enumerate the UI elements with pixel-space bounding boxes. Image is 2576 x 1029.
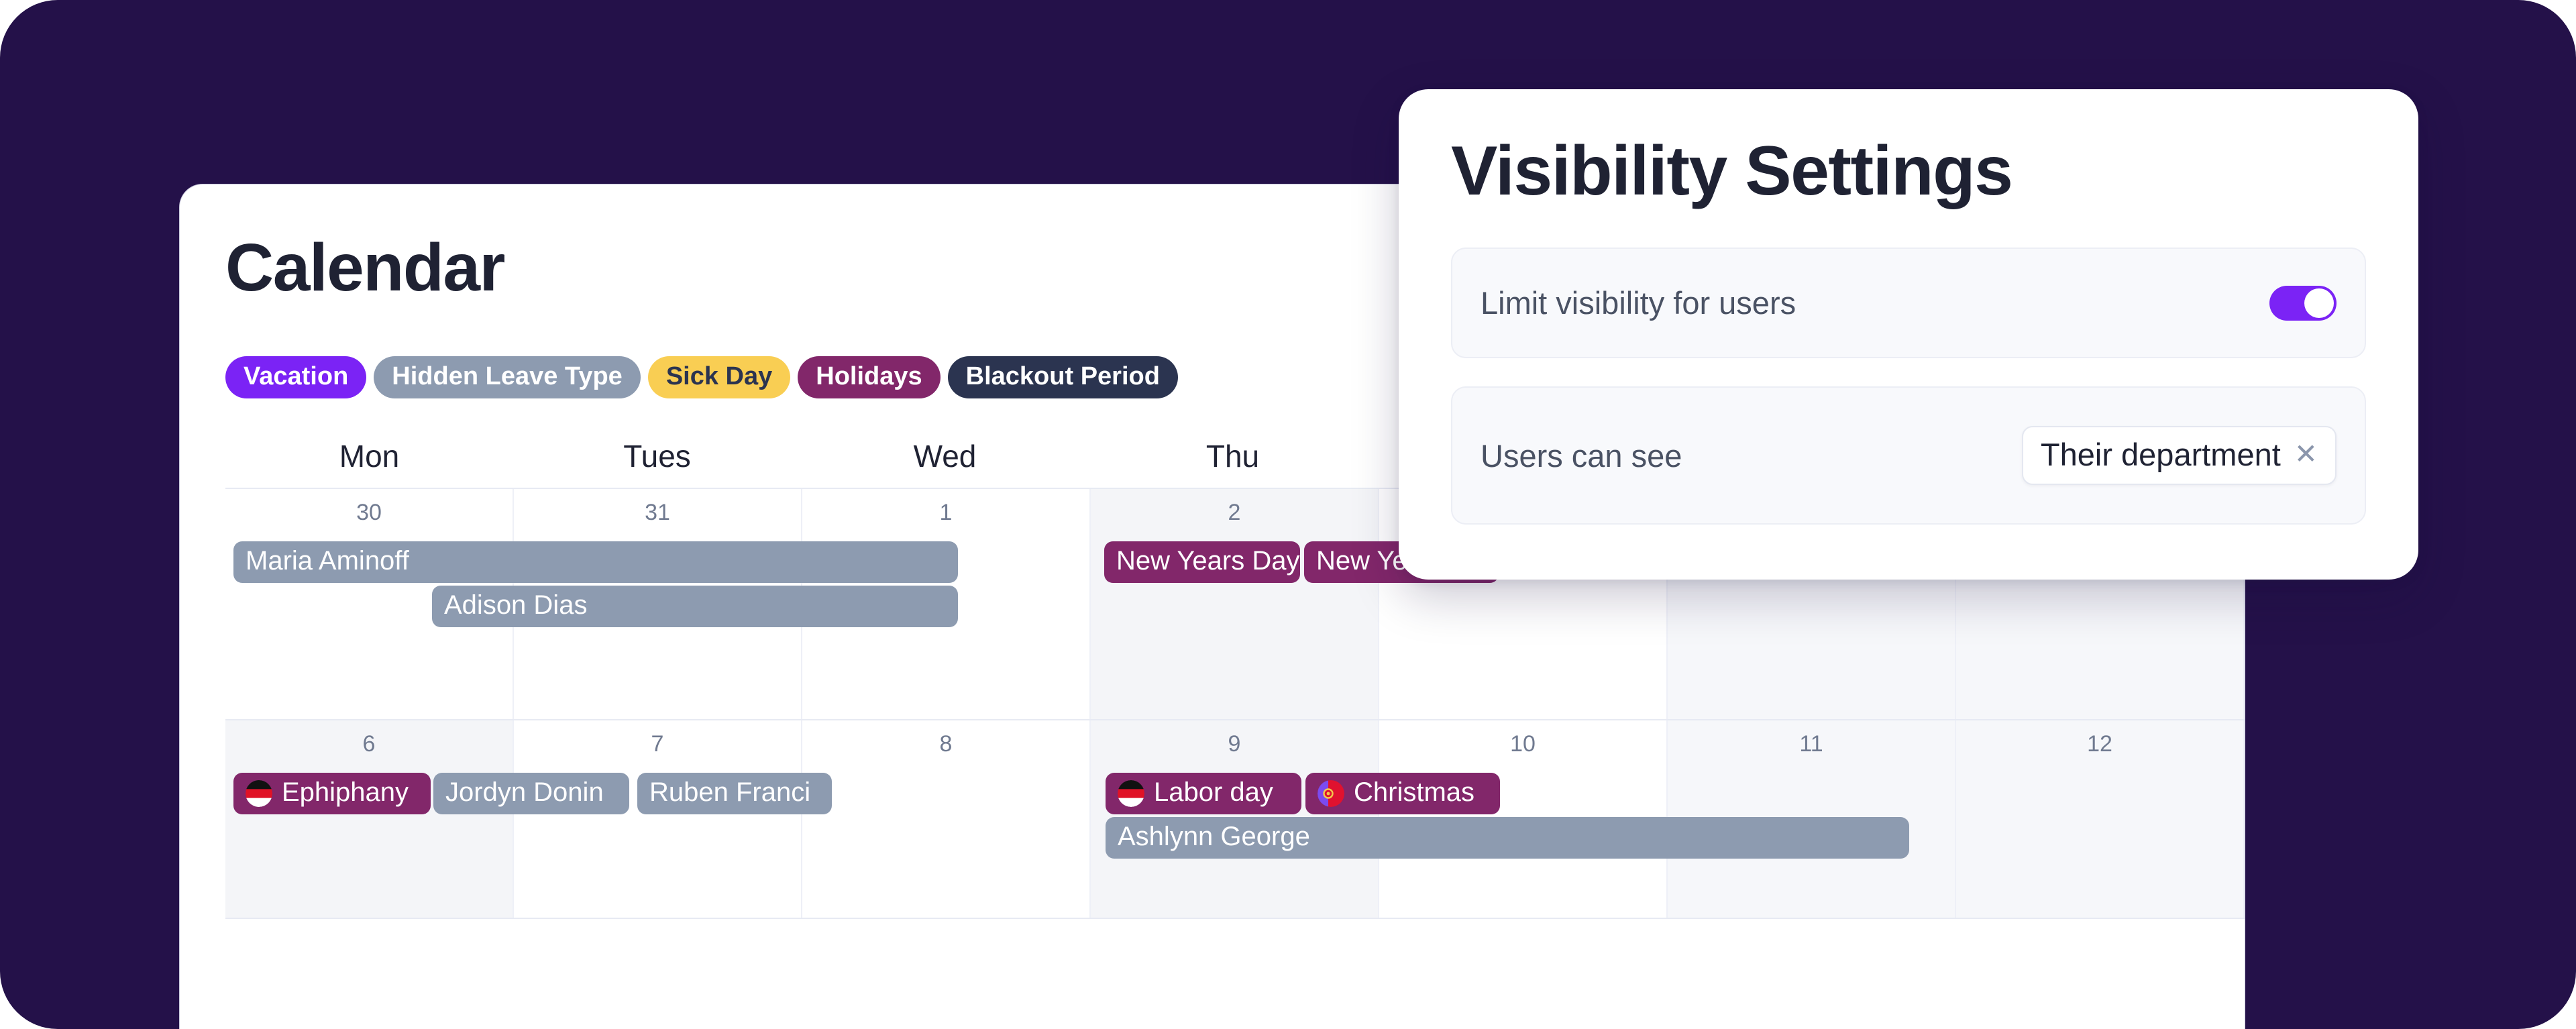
legend-chip-blackout-period[interactable]: Blackout Period (947, 356, 1178, 398)
day-number: 7 (651, 731, 664, 757)
day-number: 10 (1510, 731, 1536, 757)
day-number: 6 (362, 731, 376, 757)
weekday-header-tues: Tues (623, 439, 691, 474)
calendar-event-label: Ashlynn George (1118, 822, 1310, 851)
legend-chip-holidays[interactable]: Holidays (798, 356, 941, 398)
calendar-event[interactable]: Maria Aminoff (233, 541, 958, 583)
users-can-see-value-chip[interactable]: Their department ✕ (2021, 426, 2337, 485)
users-can-see-row: Users can see Their department ✕ (1451, 386, 2366, 525)
users-can-see-value: Their department (2040, 437, 2281, 472)
weekday-header-mon: Mon (339, 439, 400, 474)
day-number: 11 (1799, 731, 1823, 757)
calendar-event-label: Ephiphany (282, 777, 409, 807)
calendar-event[interactable]: Ephiphany (233, 773, 431, 814)
day-cell[interactable]: 6 (225, 720, 514, 918)
calendar-event[interactable]: New Years Day (1104, 541, 1300, 583)
calendar-event[interactable]: Labor day (1106, 773, 1301, 814)
calendar-week-row: 6 7 8 9 10 11 12 Ephiphany Jordyn Donin Ruben Fra… (225, 720, 2245, 919)
calendar-event[interactable]: Ashlynn George (1106, 817, 1909, 859)
germany-flag-icon (246, 780, 272, 807)
limit-visibility-label: Limit visibility for users (1481, 285, 1796, 321)
toggle-knob (2304, 288, 2334, 318)
calendar-event[interactable]: Adison Dias (432, 586, 958, 627)
users-can-see-label: Users can see (1481, 437, 1682, 474)
day-number: 8 (939, 731, 953, 757)
legend-chip-sick-day[interactable]: Sick Day (647, 356, 791, 398)
calendar-event-label: New Years Day (1116, 546, 1300, 576)
limit-visibility-toggle[interactable] (2269, 285, 2337, 321)
germany-flag-icon (1118, 780, 1144, 807)
calendar-event[interactable]: Christmas (1305, 773, 1500, 814)
close-icon[interactable]: ✕ (2294, 439, 2318, 468)
calendar-event-label: Christmas (1354, 777, 1475, 807)
calendar-event-label: Jordyn Donin (445, 777, 604, 807)
day-cell[interactable]: 8 (802, 720, 1091, 918)
calendar-event[interactable]: Ruben Franci (637, 773, 832, 814)
day-number: 1 (939, 500, 953, 525)
portugal-flag-icon (1318, 780, 1344, 807)
day-number: 2 (1228, 500, 1241, 525)
calendar-event-label: Adison Dias (444, 590, 588, 620)
calendar-event-label: Maria Aminoff (246, 546, 409, 576)
visibility-settings-panel: Visibility Settings Limit visibility for… (1399, 89, 2418, 580)
day-number: 31 (645, 500, 670, 525)
legend-chip-vacation[interactable]: Vacation (225, 356, 367, 398)
visibility-settings-title: Visibility Settings (1451, 132, 2013, 210)
page-title: Calendar (225, 230, 505, 305)
limit-visibility-row: Limit visibility for users (1451, 248, 2366, 358)
calendar-event-label: Labor day (1154, 777, 1273, 807)
day-cell[interactable]: 12 (1956, 720, 2245, 918)
day-number: 9 (1228, 731, 1241, 757)
weekday-header-wed: Wed (913, 439, 977, 474)
day-cell[interactable]: 7 (514, 720, 802, 918)
weekday-header-thu: Thu (1205, 439, 1260, 474)
calendar-event[interactable]: Jordyn Donin (433, 773, 629, 814)
calendar-event-label: Ruben Franci (649, 777, 811, 807)
day-cell[interactable]: 2 (1091, 489, 1379, 719)
day-number: 30 (356, 500, 382, 525)
leave-type-legend: Vacation Hidden Leave Type Sick Day Holiday… (225, 356, 1178, 398)
legend-chip-hidden-leave-type[interactable]: Hidden Leave Type (374, 356, 641, 398)
day-number: 12 (2087, 731, 2112, 757)
screenshot-root: Calendar Vacation Hidden Leave Type Sick D… (0, 0, 2576, 1029)
